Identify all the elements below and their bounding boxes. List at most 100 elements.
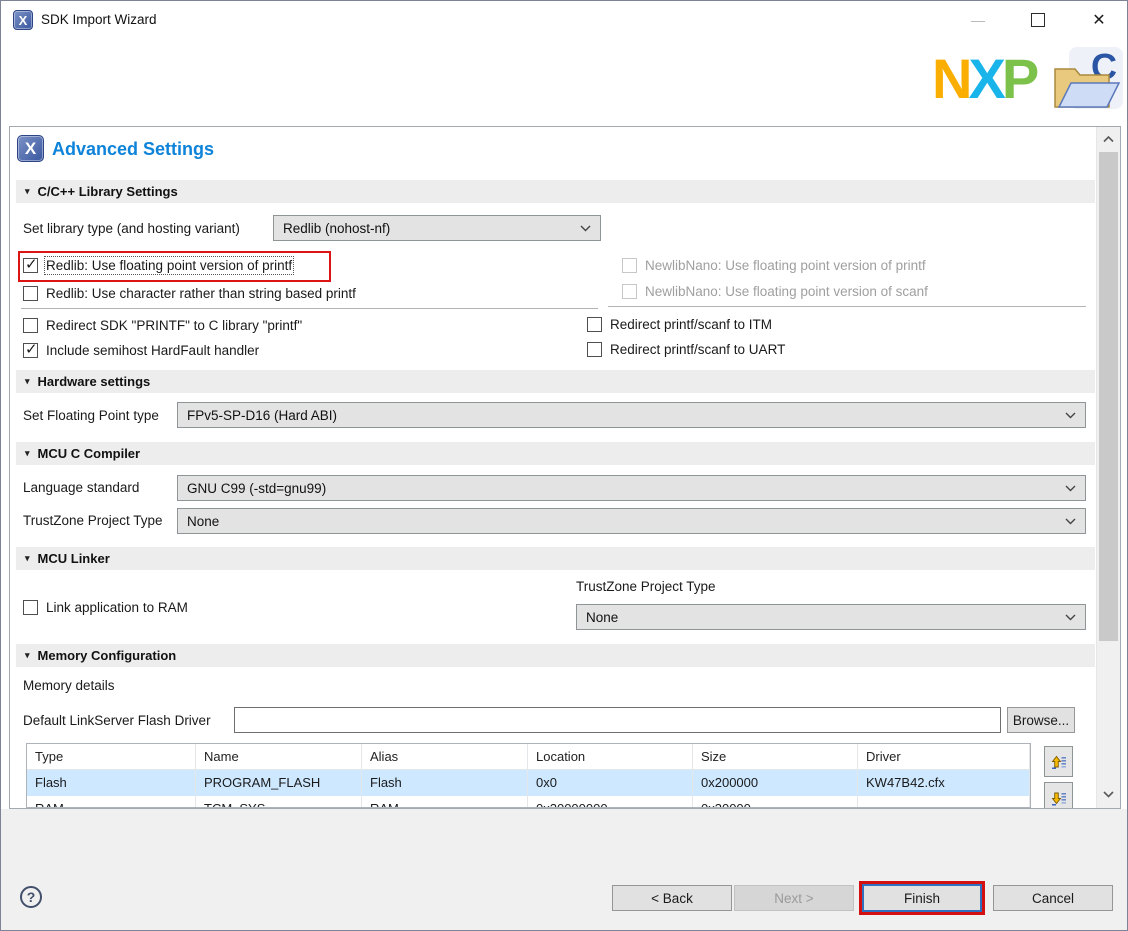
move-row-down-button[interactable] (1044, 782, 1073, 809)
next-button: Next > (734, 885, 854, 911)
checkbox-label: Redirect printf/scanf to UART (610, 342, 785, 357)
sdk-import-wizard-window: X SDK Import Wizard — ✕ NXP C X Advanced… (0, 0, 1128, 931)
close-button[interactable]: ✕ (1073, 1, 1125, 39)
separator (608, 306, 1086, 307)
mcuxpresso-x-letter: X (19, 13, 28, 28)
section-hardware-settings[interactable]: ▾ Hardware settings (16, 370, 1095, 393)
trustzone-type-label: TrustZone Project Type (23, 513, 163, 528)
linker-trustzone-value: None (586, 610, 618, 625)
collapse-triangle-icon: ▾ (25, 553, 30, 564)
collapse-triangle-icon: ▾ (25, 186, 30, 197)
language-standard-select[interactable]: GNU C99 (-std=gnu99) (177, 475, 1086, 501)
browse-button[interactable]: Browse... (1007, 707, 1075, 733)
floating-point-select[interactable]: FPv5-SP-D16 (Hard ABI) (177, 402, 1086, 428)
memory-table: Type Name Alias Location Size Driver Fla… (26, 743, 1031, 808)
trustzone-type-value: None (187, 514, 219, 529)
trustzone-type-select[interactable]: None (177, 508, 1086, 534)
section-mcu-c-compiler[interactable]: ▾ MCU C Compiler (16, 442, 1095, 465)
maximize-icon (1031, 13, 1045, 27)
checkrow-link-application-to-ram: ✓ Link application to RAM (23, 597, 188, 618)
nxp-logo: NXP (932, 35, 1035, 122)
linker-trustzone-select[interactable]: None (576, 604, 1086, 630)
chevron-down-icon (1065, 485, 1076, 492)
page-title: Advanced Settings (52, 139, 214, 160)
redlib-char-printf-checkbox[interactable]: ✓ (23, 286, 38, 301)
back-button[interactable]: < Back (612, 885, 732, 911)
language-standard-value: GNU C99 (-std=gnu99) (187, 481, 326, 496)
link-to-ram-checkbox[interactable]: ✓ (23, 600, 38, 615)
column-header: Alias (362, 744, 528, 770)
chevron-down-icon (1065, 518, 1076, 525)
checkrow-newlibnano-scanf: ✓ NewlibNano: Use floating point version… (622, 281, 928, 302)
maximize-button[interactable] (1013, 1, 1063, 39)
checkbox-label: Redlib: Use character rather than string… (46, 286, 356, 301)
minimize-icon: — (971, 12, 985, 28)
checkrow-redirect-itm: ✓ Redirect printf/scanf to ITM (587, 314, 772, 335)
flash-driver-label: Default LinkServer Flash Driver (23, 713, 211, 728)
section-title: MCU Linker (38, 551, 110, 566)
checkrow-redirect-sdk-printf: ✓ Redirect SDK "PRINTF" to C library "pr… (23, 315, 302, 336)
vertical-scrollbar[interactable] (1096, 127, 1120, 808)
close-icon: ✕ (1092, 10, 1105, 30)
banner: NXP C (1, 39, 1127, 126)
titlebar: X SDK Import Wizard — ✕ (1, 1, 1127, 39)
minimize-button[interactable]: — (953, 1, 1003, 39)
settings-scroll-area: X Advanced Settings ▾ C/C++ Library Sett… (9, 126, 1121, 809)
redirect-uart-checkbox[interactable]: ✓ (587, 342, 602, 357)
language-standard-label: Language standard (23, 480, 139, 495)
scrollbar-thumb[interactable] (1099, 152, 1118, 641)
library-type-select[interactable]: Redlib (nohost-nf) (273, 215, 601, 241)
scroll-down-button[interactable] (1097, 784, 1120, 804)
section-title: Hardware settings (38, 374, 151, 389)
move-down-icon (1050, 789, 1068, 807)
cancel-button[interactable]: Cancel (993, 885, 1113, 911)
chevron-down-icon (1065, 614, 1076, 621)
table-header-row: Type Name Alias Location Size Driver (27, 744, 1030, 770)
newlibnano-printf-checkbox: ✓ (622, 258, 637, 273)
chevron-up-icon (1103, 136, 1114, 143)
collapse-triangle-icon: ▾ (25, 376, 30, 387)
section-memory-configuration[interactable]: ▾ Memory Configuration (16, 644, 1095, 667)
section-title: MCU C Compiler (38, 446, 141, 461)
checkbox-label: NewlibNano: Use floating point version o… (645, 284, 928, 299)
section-library-settings[interactable]: ▾ C/C++ Library Settings (16, 180, 1095, 203)
section-title: Memory Configuration (38, 648, 177, 663)
section-title: C/C++ Library Settings (38, 184, 178, 199)
checkrow-newlibnano-printf: ✓ NewlibNano: Use floating point version… (622, 255, 926, 276)
column-header: Name (196, 744, 362, 770)
annotation-highlight-finish: Finish (859, 881, 985, 915)
mcuxpresso-app-icon: X (13, 10, 33, 30)
redirect-itm-checkbox[interactable]: ✓ (587, 317, 602, 332)
check-icon: ✓ (25, 340, 38, 358)
checkrow-redlib-float-printf: ✓ Redlib: Use floating point version of … (23, 255, 292, 276)
table-row[interactable]: RAM TCM_SYS RAM 0x20000000 0x30000 (27, 796, 1030, 808)
nxp-letter-x: X (968, 47, 1001, 110)
footer: ? < Back Next > Finish Cancel (1, 809, 1127, 931)
flash-driver-input[interactable] (234, 707, 1001, 733)
newlibnano-scanf-checkbox: ✓ (622, 284, 637, 299)
mcuxpresso-page-icon: X (17, 135, 44, 162)
checkbox-label: Redirect printf/scanf to ITM (610, 317, 772, 332)
redlib-float-printf-checkbox[interactable]: ✓ (23, 258, 38, 273)
move-row-up-button[interactable] (1044, 746, 1073, 777)
checkrow-semihost-hardfault: ✓ Include semihost HardFault handler (23, 340, 259, 361)
redirect-sdk-printf-checkbox[interactable]: ✓ (23, 318, 38, 333)
table-row[interactable]: Flash PROGRAM_FLASH Flash 0x0 0x200000 K… (27, 770, 1030, 796)
help-icon: ? (27, 889, 36, 905)
checkbox-label: Include semihost HardFault handler (46, 343, 259, 358)
scroll-up-button[interactable] (1097, 129, 1120, 149)
finish-button[interactable]: Finish (862, 884, 982, 912)
memory-details-label: Memory details (23, 678, 115, 693)
linker-trustzone-label: TrustZone Project Type (576, 579, 716, 594)
library-type-label: Set library type (and hosting variant) (23, 221, 240, 236)
chevron-down-icon (1103, 791, 1114, 798)
checkbox-label: Redirect SDK "PRINTF" to C library "prin… (46, 318, 302, 333)
column-header: Type (27, 744, 196, 770)
column-header: Size (693, 744, 858, 770)
checkbox-label: Link application to RAM (46, 600, 188, 615)
floating-point-label: Set Floating Point type (23, 408, 159, 423)
section-mcu-linker[interactable]: ▾ MCU Linker (16, 547, 1095, 570)
semihost-hardfault-checkbox[interactable]: ✓ (23, 343, 38, 358)
mcuxpresso-x-letter: X (25, 139, 36, 159)
help-button[interactable]: ? (20, 886, 42, 908)
